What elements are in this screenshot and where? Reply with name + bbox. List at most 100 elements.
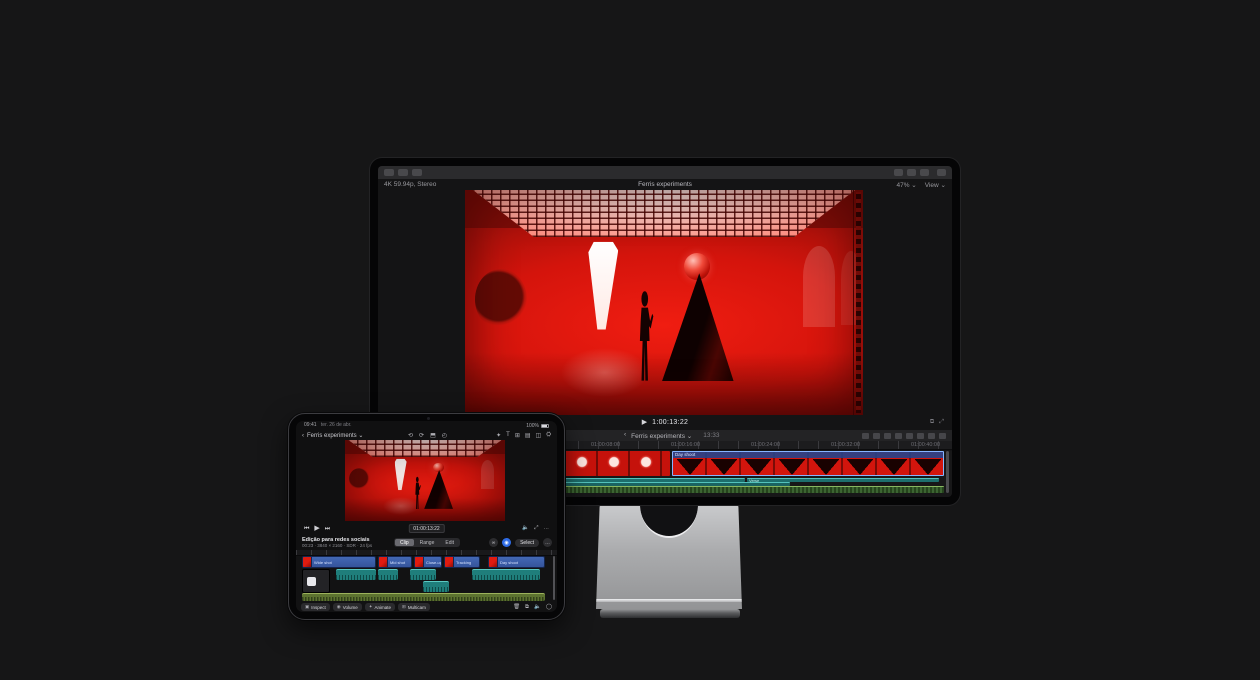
video-clip-selected[interactable]: Day shoot (672, 451, 944, 476)
segment-range[interactable]: Range (415, 539, 440, 546)
ruler-label: 01:00:16:00 (671, 442, 700, 448)
tools-icon[interactable] (917, 433, 924, 439)
timeline-toggle-icon[interactable] (907, 169, 916, 176)
browser-icon[interactable]: ▤ (525, 432, 531, 439)
loop-icon[interactable]: ∞ (489, 538, 498, 547)
back-icon[interactable]: ‹ (302, 433, 304, 439)
viewer-video[interactable] (465, 190, 863, 415)
insert-icon[interactable] (884, 433, 891, 439)
segment-edit[interactable]: Edit (440, 539, 459, 546)
ipad-timeline-tracks: Wide shot Mid shot Close-up Tracking Day… (296, 556, 557, 602)
ipad-timeline-specs: 00:23 · 3840 × 2160 · SDR · 24 fps (302, 543, 372, 548)
titles-icon[interactable]: T (506, 432, 510, 439)
title-clip[interactable] (302, 569, 330, 593)
inspector-toggle-icon[interactable] (920, 169, 929, 176)
multicam-button[interactable]: ⊞ Multicam (398, 603, 430, 611)
audio-clip-label: Riser (410, 579, 421, 580)
play-icon[interactable]: ▶ (642, 419, 647, 426)
clip-thumbnail (489, 557, 498, 567)
inspect-button[interactable]: ▣ Inspect (301, 603, 330, 611)
audio-clip[interactable]: Ambience (472, 569, 540, 580)
audio-clip[interactable]: Chorus (423, 581, 449, 592)
audio-clip-label: Chorus (423, 591, 438, 592)
clip-label: Close-up (424, 560, 442, 565)
timeline-back-icon[interactable]: ‹ (624, 432, 626, 439)
ipad-project-title[interactable]: Ferris experiments ⌄ (307, 432, 363, 439)
audio-clip[interactable]: Whoosh (378, 569, 398, 580)
connect-icon[interactable] (873, 433, 880, 439)
volume-button[interactable]: ◉ Volume (333, 603, 362, 611)
fullscreen-icon[interactable]: ⤢ (939, 419, 944, 426)
stand-lip (596, 599, 742, 602)
snapping-icon[interactable] (939, 433, 946, 439)
volume-icon: ◉ (337, 604, 341, 610)
clip-label: Wide shot (312, 560, 332, 565)
overwrite-icon[interactable] (906, 433, 913, 439)
import-media-icon[interactable]: ⬒ (430, 432, 436, 439)
timeline-more-icon[interactable]: … (543, 538, 552, 547)
jog-wheel-icon[interactable]: ◉ (502, 538, 511, 547)
settings-icon[interactable]: ⛭ (546, 432, 551, 439)
ruler-label: 01:00:32:00 (831, 442, 860, 448)
audio-meter-icon[interactable]: 🔈 (534, 604, 541, 611)
scene-vignette (465, 190, 863, 415)
video-clip[interactable]: Wide shot (302, 556, 376, 568)
import-icon[interactable] (398, 169, 408, 176)
status-date: ter. 26 de abr. (321, 422, 352, 428)
skip-forward-icon[interactable]: ⏭ (325, 526, 330, 532)
mute-icon[interactable]: 🔈 (522, 525, 529, 532)
front-camera (427, 417, 430, 420)
skip-back-icon[interactable]: ⏮ (304, 526, 309, 532)
undo-icon[interactable]: ⟲ (408, 432, 413, 439)
keyword-icon[interactable] (412, 169, 422, 176)
voiceover-icon[interactable]: ◴ (442, 432, 447, 439)
video-clip[interactable]: Close-up (414, 556, 442, 568)
clip-thumbnail (303, 557, 312, 567)
zoom-level-dropdown[interactable]: 47% ⌄ (896, 181, 916, 189)
inspector-icon[interactable]: ◫ (536, 432, 542, 439)
video-clip[interactable]: Mid shot (378, 556, 412, 568)
select-button[interactable]: Select (515, 539, 539, 547)
mode-segmented-control[interactable]: Clip Range Edit (394, 538, 460, 547)
title-clip-icon (307, 577, 316, 586)
battery-icon (541, 424, 549, 428)
index-icon[interactable] (862, 433, 869, 439)
timeline-scrollbar[interactable] (946, 451, 949, 493)
clip-thumbnail (415, 557, 424, 567)
animate-button[interactable]: ✦ Animate (365, 603, 395, 611)
viewer-more-icon[interactable]: … (544, 525, 550, 532)
ipad-status-bar: 09:41 ter. 26 de abr. 100% (296, 421, 557, 429)
redo-icon[interactable]: ⟳ (419, 432, 424, 439)
timeline-duration: 13:33 (703, 432, 719, 439)
animate-icon: ✦ (369, 604, 373, 610)
loop-playback-icon[interactable]: ⧉ (930, 419, 934, 426)
share-icon[interactable] (937, 169, 946, 176)
ipad-timecode: 01:00:13:22 (408, 524, 444, 533)
clip-label: Mid shot (388, 560, 405, 565)
multicam-icon: ⊞ (402, 604, 406, 610)
expand-viewer-icon[interactable]: ⤢ (534, 525, 538, 532)
transitions-icon[interactable]: ⊞ (515, 432, 520, 439)
view-dropdown[interactable]: View ⌄ (925, 181, 946, 189)
ipad: 09:41 ter. 26 de abr. 100% ‹ Ferris expe… (288, 413, 565, 620)
audio-clip[interactable]: Sound FX (336, 569, 376, 580)
browser-toggle-icon[interactable] (894, 169, 903, 176)
append-icon[interactable] (895, 433, 902, 439)
effects-icon[interactable]: ✦ (496, 432, 501, 439)
ipad-playback-bar: ⏮ ▶ ⏭ 01:00:13:22 🔈 ⤢ … (296, 522, 557, 535)
delete-icon[interactable]: 🗑 (513, 604, 520, 611)
sidebar-icon[interactable] (384, 169, 394, 176)
record-icon[interactable]: ◯ (546, 604, 552, 611)
skimming-icon[interactable] (928, 433, 935, 439)
music-clip[interactable]: Música (302, 593, 545, 601)
play-icon[interactable]: ▶ (314, 525, 319, 532)
ipad-timeline-scrollbar[interactable] (553, 556, 556, 600)
timeline-project-nav[interactable]: Ferris experiments ⌄ (631, 432, 692, 440)
video-clip[interactable]: Tracking (444, 556, 480, 568)
video-clip[interactable]: Day shoot (488, 556, 545, 568)
clip-label: Tracking (454, 560, 471, 565)
segment-clip[interactable]: Clip (395, 539, 414, 546)
snapshot-icon[interactable]: ⧉ (525, 604, 529, 611)
audio-clip[interactable]: Riser (410, 569, 436, 580)
ipad-viewer-video[interactable] (345, 440, 505, 521)
